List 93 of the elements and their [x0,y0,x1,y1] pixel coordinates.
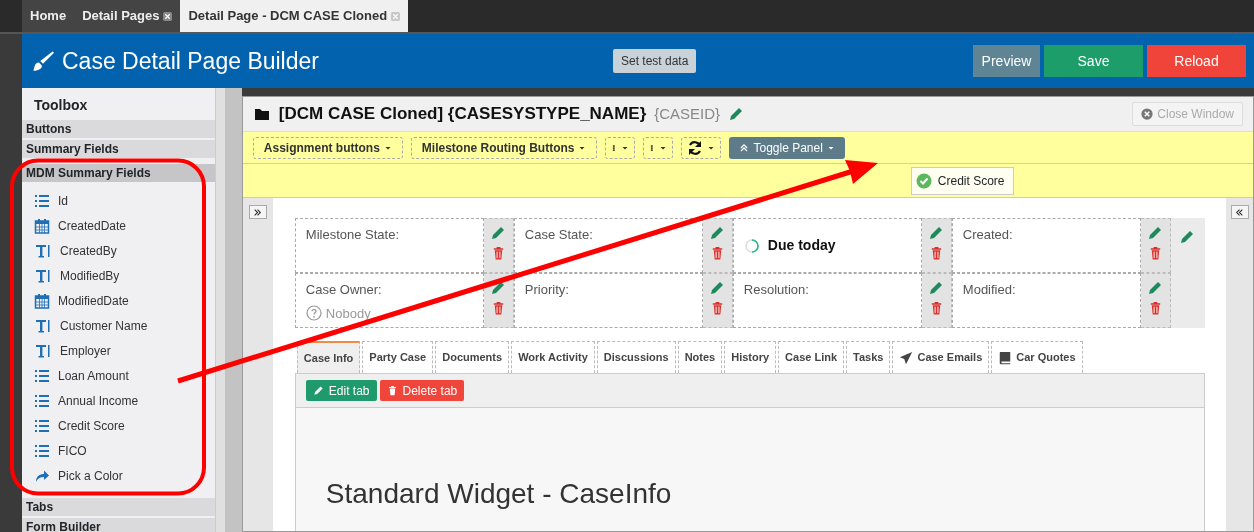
toolbox-item[interactable]: CreatedDate [22,213,215,238]
content-tab[interactable]: Tasks [846,341,891,373]
paper-plane-icon [899,350,914,365]
page-title: Case Detail Page Builder [62,46,319,76]
numbered-list-icon [34,442,50,459]
pencil-icon[interactable] [1178,228,1195,245]
toolbox-item[interactable]: Customer Name [22,313,215,338]
field-label: Priority: [524,281,570,299]
toolbox-item[interactable]: Id [22,188,215,213]
spinner-icon [743,237,760,254]
toolbox-section-header[interactable]: MDM Summary Fields [22,164,215,182]
pencil-icon[interactable] [709,225,726,241]
field-label: Modified: [962,281,1017,299]
preview-button[interactable]: Preview [973,45,1040,77]
field-label: Case State: [524,226,594,244]
numbered-list-icon [34,192,50,209]
field-label: Created: [962,226,1014,244]
calendar-icon [34,217,50,234]
toolbox-item[interactable]: CreatedBy [22,238,215,263]
text-field-icon [34,342,52,359]
toolbox-section-header[interactable]: Form Builder [22,518,215,532]
pencil-icon[interactable] [1147,225,1164,241]
content-tab[interactable]: Discussions [596,341,676,373]
delete-tab-button[interactable]: Delete tab [379,380,465,401]
content-tab[interactable]: Work Activity [511,341,595,373]
app-tab[interactable]: Detail Page - DCM CASE Cloned [180,0,409,32]
reload-button[interactable]: Reload [1147,45,1246,77]
numbered-list-icon [34,417,50,434]
toolbar-dropdown[interactable]: Assignment buttons [252,136,403,159]
refresh-icon [687,139,704,156]
toolbox-item[interactable]: ModifiedDate [22,288,215,313]
expand-button[interactable] [248,205,267,219]
pencil-icon[interactable] [490,280,507,296]
toolbox-title: Toolbox [33,96,89,115]
pencil-icon[interactable] [709,280,726,296]
question-circle-icon [305,305,322,322]
brush-icon [32,50,54,72]
field-label: Case Owner: [305,281,383,299]
close-icon [1141,108,1154,120]
toggle-panel-button[interactable]: Toggle Panel [729,136,845,159]
widget-title: Standard Widget - CaseInfo [324,477,673,511]
pencil-icon[interactable] [490,225,507,241]
toolbar-dropdown[interactable]: Milestone Routing Buttons [410,136,598,159]
double-chevron-right-icon [253,207,263,217]
toolbox-item[interactable]: Annual Income [22,388,215,413]
pencil-icon[interactable] [928,225,945,241]
book-icon [998,350,1013,365]
calendar-icon [34,292,50,309]
double-chevron-up-icon [739,142,750,153]
content-tab[interactable]: Case Info [296,341,361,373]
toolbox-section-header[interactable]: Buttons [22,120,215,138]
toolbox-item[interactable]: Credit Score [22,413,215,438]
content-tab[interactable]: Car Quotes [991,341,1083,373]
content-tab[interactable]: Case Link [778,341,845,373]
field-label: Milestone State: [305,226,401,244]
toolbox-item[interactable]: Loan Amount [22,363,215,388]
check-circle-icon [915,173,932,189]
toolbox-item[interactable]: FICO [22,438,215,463]
toolbox-item[interactable]: ModifiedBy [22,263,215,288]
edit-tab-button[interactable]: Edit tab [305,380,377,401]
toolbox-item[interactable]: Employer [22,338,215,363]
set-test-data-button[interactable]: Set test data [613,49,697,73]
app-tab[interactable]: Detail Pages [74,0,181,32]
pencil-icon[interactable] [728,106,745,122]
numbered-list-icon [34,392,50,409]
dropped-field-chip[interactable]: Credit Score [910,167,1014,195]
field-label: Resolution: [743,281,810,299]
content-tab[interactable]: Case Emails [892,341,990,373]
content-tab[interactable]: Documents [435,341,510,373]
scrollbar[interactable] [214,88,225,532]
text-field-icon [34,267,52,284]
status-text: Due today [767,236,836,255]
numbered-list-icon [34,367,50,384]
pencil-icon[interactable] [928,280,945,296]
folder-icon [252,106,271,122]
content-tab[interactable]: History [724,341,777,373]
field-value: Nobody [325,304,371,323]
collapse-button[interactable] [1230,205,1249,219]
trash-icon [386,385,398,396]
case-id-text: {CASEID} [654,103,721,124]
toolbar-dropdown[interactable] [681,136,722,159]
double-chevron-left-icon [1235,207,1244,217]
content-tab[interactable]: Party Case [362,341,434,373]
toolbox-section-header[interactable]: Tabs [22,498,215,516]
app-tab[interactable]: Home [22,0,75,32]
pencil-icon[interactable] [1147,280,1164,296]
content-tab[interactable]: Notes [677,341,723,373]
panel-title: [DCM CASE Cloned] {CASESYSTYPE_NAME} [278,103,647,126]
text-field-icon [34,242,52,259]
toolbox-item[interactable]: Pick a Color [22,463,215,488]
close-icon[interactable] [163,11,173,21]
text-field-icon [34,317,52,334]
toolbox-section-header[interactable]: Summary Fields [22,140,215,158]
